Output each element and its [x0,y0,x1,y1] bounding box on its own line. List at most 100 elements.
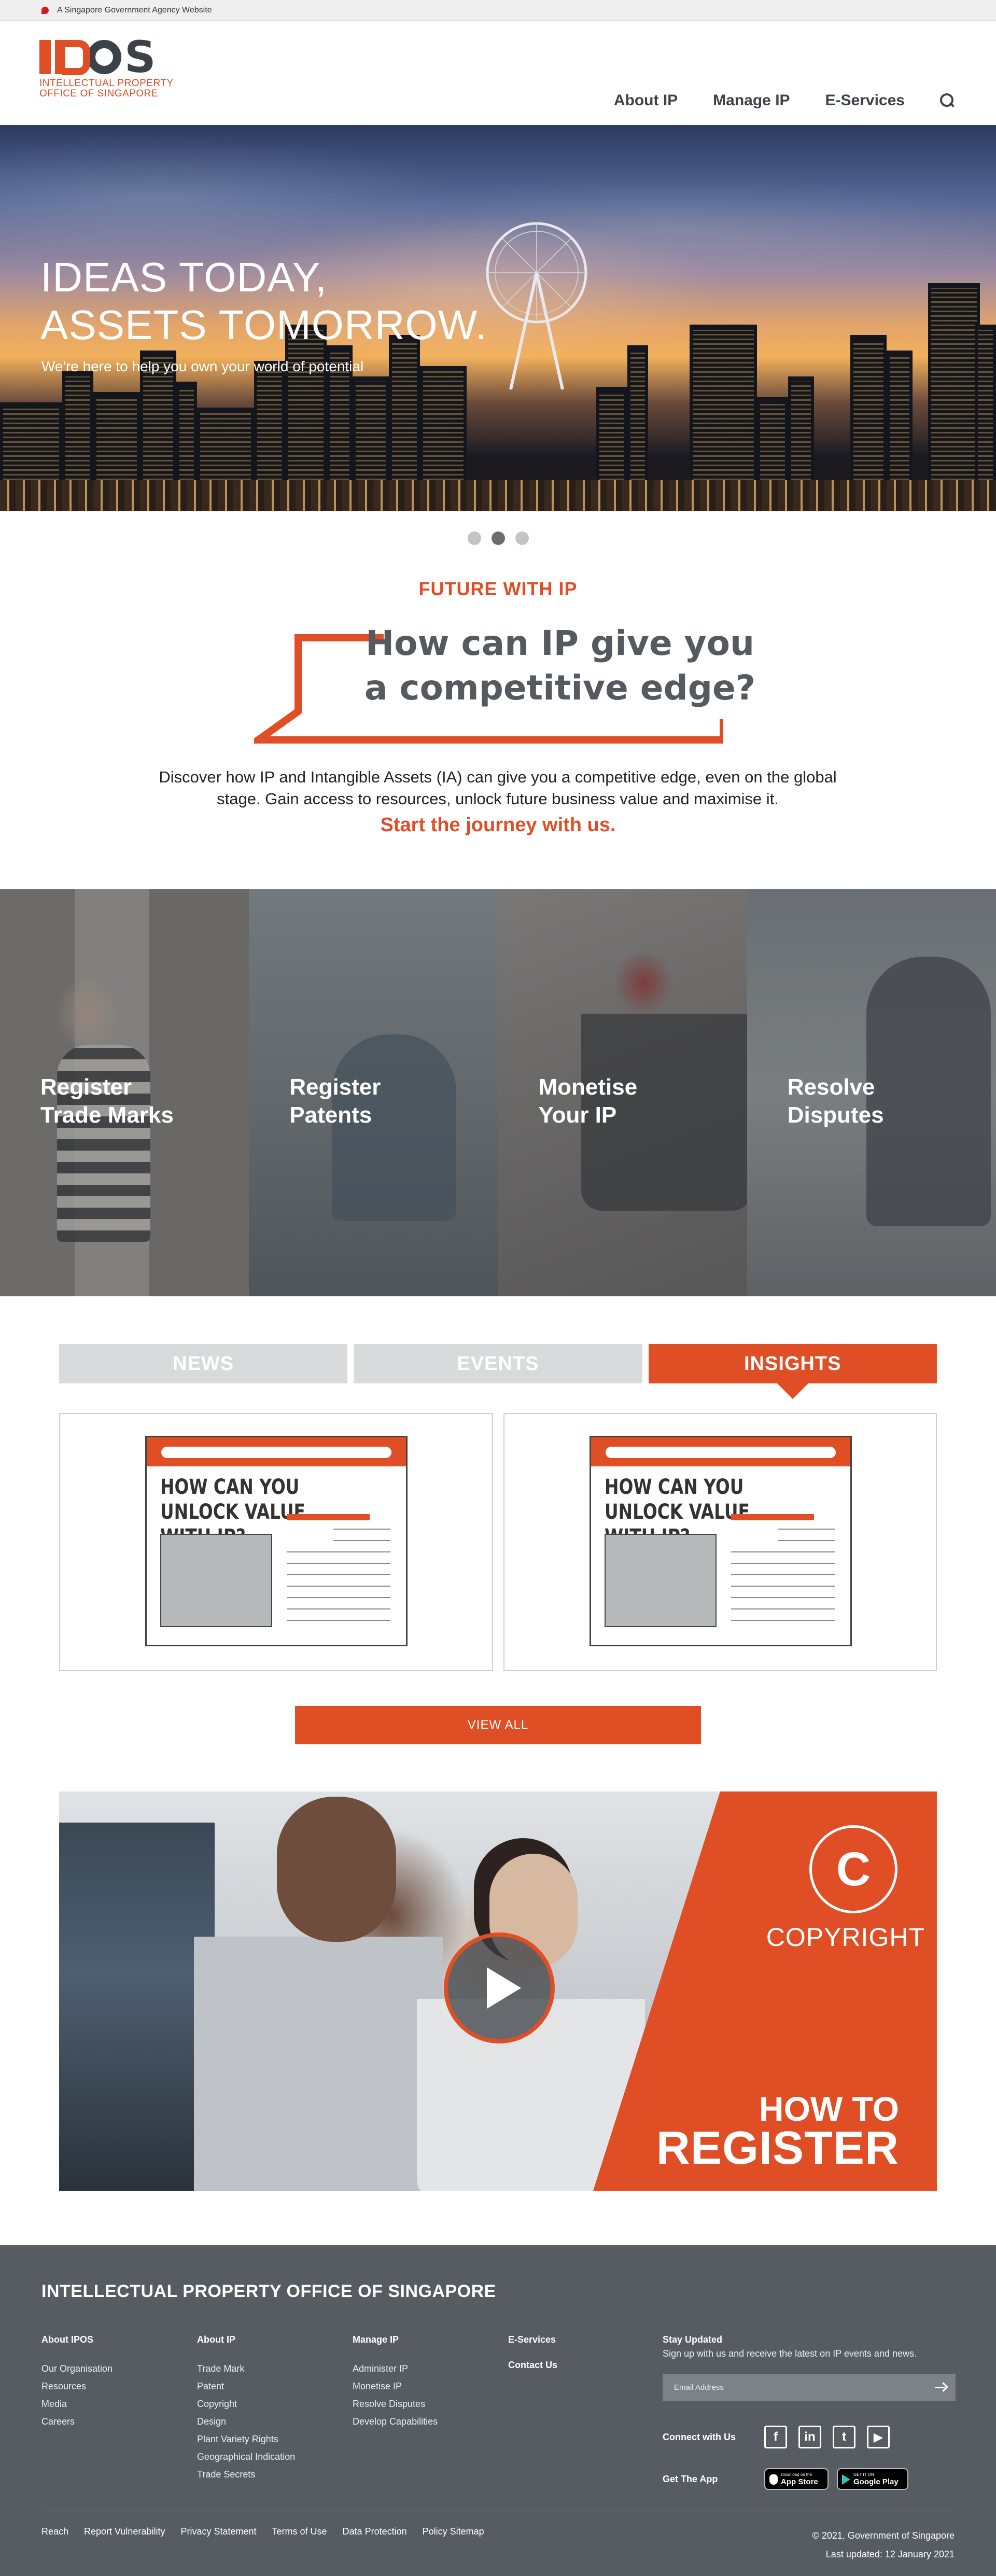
skyline-building [389,335,420,480]
tab-insights[interactable]: INSIGHTS [648,1344,937,1399]
email-field[interactable]: Email Address [663,2374,956,2401]
legal-link-data-protection[interactable]: Data Protection [343,2526,407,2537]
insight-card[interactable]: HOW CAN YOU UNLOCK VALUE WITH IP? [503,1413,937,1671]
skyline-building [420,366,467,480]
tile-label: Register Patents [289,1074,381,1128]
footer-col-manage-ip: Manage IP Administer IP Monetise IP Reso… [353,2334,438,2430]
tile-label: Resolve Disputes [787,1074,884,1128]
search-icon[interactable] [940,93,955,108]
footer-col-heading[interactable]: Manage IP [353,2334,438,2345]
carousel-dot-3[interactable] [515,531,529,545]
tile-monetise-ip[interactable]: Monetise Your IP [498,889,747,1296]
legal-link-sitemap[interactable]: Policy Sitemap [423,2526,484,2537]
banner-person-man-head [277,1797,396,1942]
arrow-right-icon[interactable] [934,2381,947,2394]
connect-label: Connect with Us [663,2431,736,2442]
ipos-logo-mark: S [39,35,174,79]
facebook-icon[interactable]: f [764,2426,787,2448]
google-play-badge[interactable]: GET IT ON Google Play [837,2468,908,2490]
footer-link[interactable]: Careers [41,2416,75,2427]
thumbnail-image-placeholder [604,1534,717,1627]
nav-e-services[interactable]: E-Services [825,92,905,109]
skyline-building [690,325,757,480]
apple-icon [769,2474,778,2485]
app-store-badge[interactable]: Download on the App Store [764,2468,829,2490]
footer-col-heading[interactable]: About IP [197,2334,295,2345]
footer-link[interactable]: Geographical Indication [197,2452,295,2462]
hero-title-line2: ASSETS TOMORROW. [40,302,488,348]
footer-link[interactable]: Resolve Disputes [353,2399,425,2409]
hero-title: IDEAS TODAY, ASSETS TOMORROW. [40,254,487,349]
start-journey-link[interactable]: Start the journey with us. [0,814,996,836]
youtube-icon[interactable]: ▶ [867,2426,890,2448]
main-nav: About IP Manage IP E-Services [614,92,955,109]
legal-link-report-vulnerability[interactable]: Report Vulnerability [84,2526,165,2537]
legal-link-reach[interactable]: Reach [41,2526,68,2537]
logo-text-line2: OFFICE OF SINGAPORE [39,88,159,99]
insight-card[interactable]: HOW CAN YOU UNLOCK VALUE WITH IP? [59,1413,493,1671]
footer-link[interactable]: Media [41,2399,67,2409]
gov-bar: A Singapore Government Agency Website [0,0,996,21]
skyline-building [975,325,996,480]
skyline-building [254,361,285,480]
tile-register-trade-marks[interactable]: Register Trade Marks [0,889,249,1296]
footer-title: INTELLECTUAL PROPERTY OFFICE OF SINGAPOR… [41,2281,496,2301]
app-downloads: Get The App Download on the App Store GE… [663,2468,917,2490]
footer-link[interactable]: Trade Secrets [197,2469,255,2480]
stay-updated-heading: Stay Updated [663,2334,723,2345]
gov-bar-text: A Singapore Government Agency Website [57,5,212,15]
copyright-video-banner[interactable]: C COPYRIGHT HOW TO REGISTER [59,1791,937,2191]
footer-link[interactable]: Our Organisation [41,2363,113,2374]
future-description: Discover how IP and Intangible Assets (I… [159,768,837,808]
footer-link[interactable]: Plant Variety Rights [197,2434,278,2444]
carousel-dot-1[interactable] [467,531,481,545]
thumbnail-text-lines [731,1529,835,1627]
footer-contact-us[interactable]: Contact Us [508,2360,557,2371]
footer-link[interactable]: Design [197,2416,226,2427]
footer-link[interactable]: Trade Mark [197,2363,244,2374]
tab-news[interactable]: NEWS [59,1344,348,1383]
hero-subtitle: We're here to help you own your world of… [41,358,364,374]
play-video-button[interactable] [444,1933,555,2043]
tile-resolve-disputes[interactable]: Resolve Disputes [747,889,996,1296]
footer-link[interactable]: Administer IP [353,2363,408,2374]
footer-link[interactable]: Develop Capabilities [353,2416,438,2427]
banner-copyright-label: COPYRIGHT [766,1923,925,1952]
google-play-small: GET IT ON [853,2472,874,2477]
legal-link-terms[interactable]: Terms of Use [272,2526,327,2537]
nav-manage-ip[interactable]: Manage IP [713,92,790,109]
copyright-text: © 2021, Government of Singapore [812,2530,955,2541]
app-store-small: Download on the [781,2472,812,2477]
view-all-button[interactable]: VIEW ALL [295,1706,701,1744]
insight-thumbnail: HOW CAN YOU UNLOCK VALUE WITH IP? [589,1436,852,1646]
footer-link[interactable]: Monetise IP [353,2381,402,2391]
skyline-building [788,376,814,480]
future-headline-line1: How can IP give you [365,623,755,663]
legal-link-privacy[interactable]: Privacy Statement [180,2526,256,2537]
linkedin-icon[interactable]: in [798,2426,821,2448]
hero-banner[interactable]: IDEAS TODAY, ASSETS TOMORROW. We're here… [0,125,996,511]
thumbnail-accent-bar [287,1514,370,1520]
tile-register-patents[interactable]: Register Patents [249,889,498,1296]
tile-label: Monetise Your IP [538,1074,638,1128]
nav-about-ip[interactable]: About IP [614,92,678,109]
footer-col-about-ipos: About IPOS Our Organisation Resources Me… [41,2334,113,2430]
ipos-logo[interactable]: S INTELLECTUAL PROPERTY OFFICE OF SINGAP… [39,35,174,99]
footer-link[interactable]: Patent [197,2381,224,2391]
footer-col-heading[interactable]: E-Services [508,2334,557,2345]
get-app-label: Get The App [663,2473,718,2484]
footer-link[interactable]: Resources [41,2381,86,2391]
footer-col-heading[interactable]: About IPOS [41,2334,113,2345]
tab-events[interactable]: EVENTS [354,1344,642,1383]
copyright-symbol-icon: C [809,1825,897,1913]
service-tiles: Register Trade Marks Register Patents Mo… [0,889,996,1296]
banner-machine [59,1823,215,2191]
twitter-icon[interactable]: t [833,2426,855,2448]
bay-water [0,480,996,511]
singapore-flyer-wheel [486,222,587,390]
thumbnail-accent-bar [731,1514,814,1520]
carousel-dot-2[interactable] [491,531,505,545]
banner-how-to: HOW TO [759,2090,899,2128]
carousel-dots [0,531,996,545]
footer-link[interactable]: Copyright [197,2399,237,2409]
